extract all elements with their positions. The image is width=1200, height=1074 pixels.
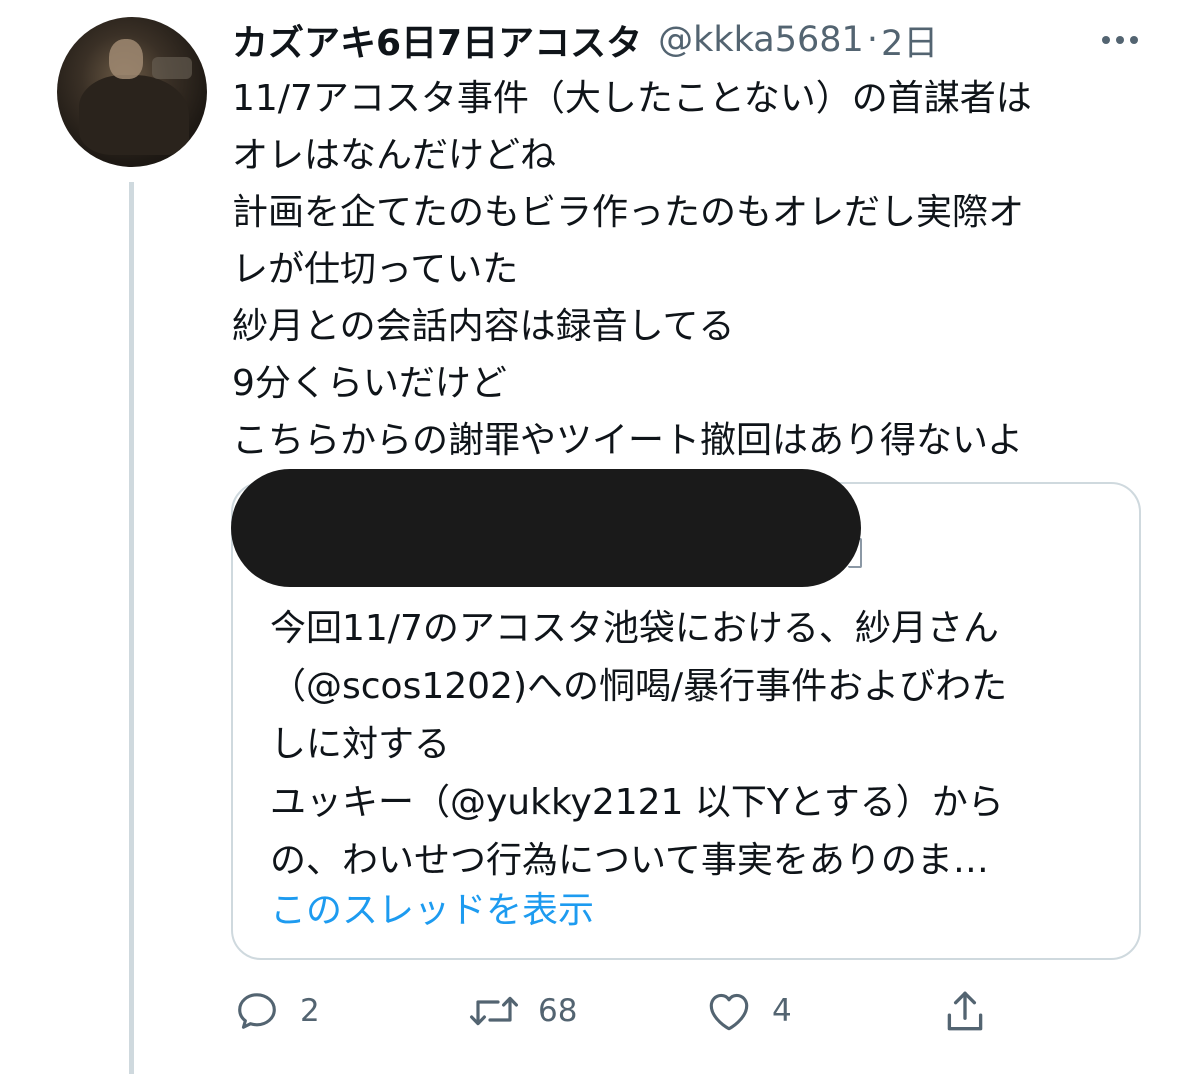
- show-thread-link[interactable]: このスレッドを表示: [270, 886, 594, 936]
- tweet-text-line: こちらからの謝罪やツイート撤回はあり得ないよ: [232, 420, 1024, 461]
- heart-icon: [709, 993, 749, 1031]
- tweet-timestamp[interactable]: 2日: [881, 15, 938, 66]
- more-options-button[interactable]: [1098, 20, 1142, 60]
- tweet-text-line: 11/7アコスタ事件（大したことない）の首謀者は: [232, 78, 1032, 119]
- share-button[interactable]: [940, 986, 990, 1036]
- display-name[interactable]: カズアキ6日7日アコスタ: [232, 14, 642, 66]
- tweet-text-line: 9分くらいだけど: [232, 363, 507, 404]
- avatar-figure-camera: [152, 57, 192, 79]
- retweet-button[interactable]: 68: [468, 986, 577, 1036]
- reply-button[interactable]: 2: [232, 986, 320, 1036]
- tweet-text-line: 紗月との会話内容は録音してる: [232, 306, 735, 347]
- like-button[interactable]: 4: [704, 986, 792, 1036]
- quote-text-line: 今回11/7のアコスタ池袋における、紗月さん: [270, 608, 999, 649]
- retweet-icon: [470, 996, 518, 1026]
- tweet-text-line: レが仕切っていた: [232, 249, 519, 290]
- avatar-figure-head: [109, 39, 143, 79]
- redaction-overlay: [231, 469, 861, 587]
- quote-tweet-text: 今回11/7のアコスタ池袋における、紗月さん （@scos1202)への恫喝/暴…: [270, 600, 1120, 890]
- like-count: 4: [772, 993, 792, 1029]
- retweet-count: 68: [538, 993, 578, 1029]
- separator-dot: ·: [866, 20, 878, 60]
- tweet-header: カズアキ6日7日アコスタ @kkka5681 · 2日: [232, 14, 938, 66]
- user-handle[interactable]: @kkka5681: [658, 20, 864, 60]
- share-icon: [947, 991, 983, 1031]
- tweet-text-line: オレはなんだけどね: [232, 135, 557, 176]
- reply-icon: [238, 993, 276, 1029]
- action-bar: 2 68 4: [232, 986, 1012, 1036]
- avatar[interactable]: [57, 17, 207, 167]
- tweet-text: 11/7アコスタ事件（大したことない）の首謀者は オレはなんだけどね 計画を企て…: [232, 70, 1152, 469]
- quote-text-line: しに対する: [270, 724, 451, 765]
- more-dots-icon: [1102, 36, 1138, 44]
- tweet-text-line: 計画を企てたのもビラ作ったのもオレだし実際オ: [232, 192, 1025, 233]
- reply-count: 2: [300, 993, 320, 1029]
- quote-text-line: の、わいせつ行為について事実をありのま…: [270, 840, 989, 881]
- thread-line: [129, 182, 134, 1074]
- avatar-figure-body: [79, 75, 189, 155]
- quote-text-line: （@scos1202)への恫喝/暴行事件およびわた: [270, 666, 1008, 707]
- quote-text-line: ユッキー（@yukky2121 以下Yとする）から: [270, 782, 1004, 823]
